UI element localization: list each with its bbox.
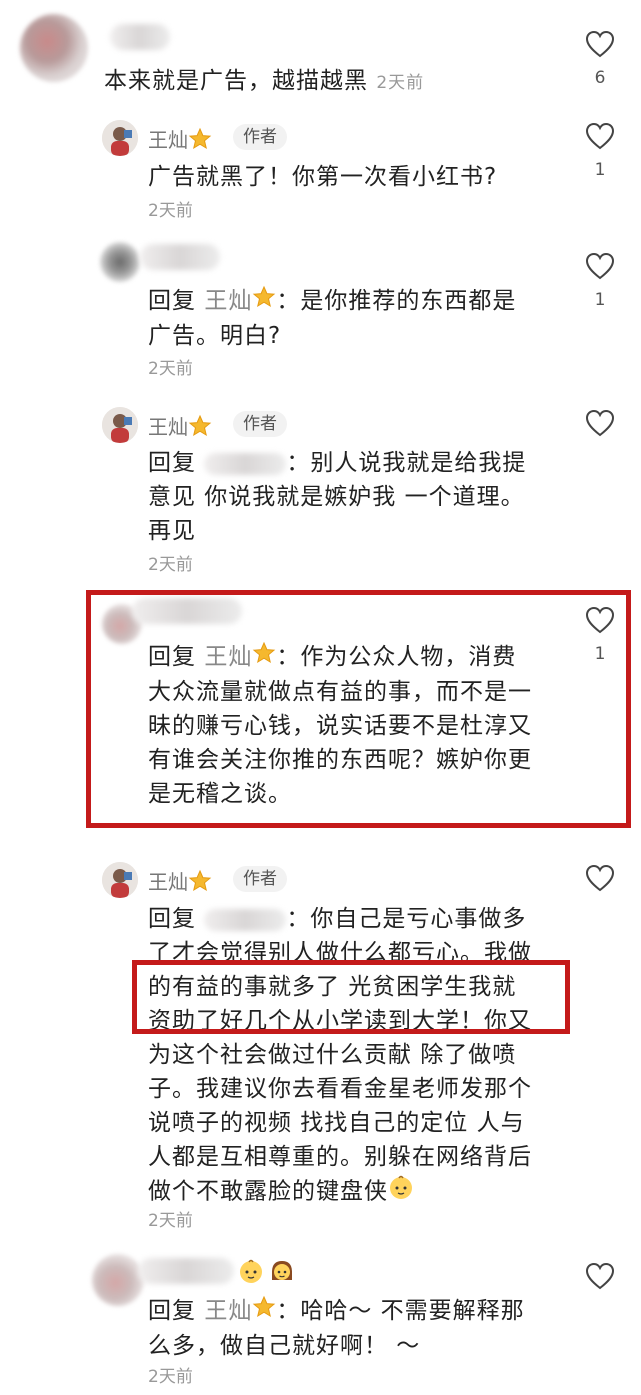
avatar-wangcan[interactable] bbox=[102, 862, 138, 898]
author-badge: 作者 bbox=[233, 866, 287, 892]
comment-text: 广告就黑了！你第一次看小红书? bbox=[148, 164, 498, 190]
star-emoji-icon bbox=[252, 1295, 276, 1329]
comment-text: 回复 王灿 ：是你推荐的东西都是 广告。明白? bbox=[148, 284, 568, 353]
like-heart-icon[interactable] bbox=[585, 864, 615, 892]
like-heart-icon[interactable] bbox=[585, 409, 615, 437]
star-emoji-icon bbox=[252, 285, 276, 319]
emoji-group bbox=[238, 1258, 295, 1288]
highlight-box bbox=[132, 960, 570, 1034]
star-emoji-icon bbox=[188, 869, 212, 898]
avatar-image bbox=[102, 407, 138, 443]
avatar-image bbox=[102, 862, 138, 898]
comment-time: 2天前 bbox=[376, 73, 425, 93]
author-name[interactable]: 王灿 bbox=[148, 411, 212, 443]
girl-emoji-icon bbox=[269, 1258, 295, 1288]
like-heart-icon[interactable] bbox=[585, 1262, 615, 1290]
avatar-wangcan[interactable] bbox=[102, 407, 138, 443]
author-badge: 作者 bbox=[233, 124, 287, 150]
author-name[interactable]: 王灿 bbox=[148, 866, 212, 898]
star-emoji-icon bbox=[188, 414, 212, 443]
author-name[interactable]: 王灿 bbox=[148, 124, 212, 156]
baby-emoji-icon bbox=[238, 1258, 264, 1288]
like-count: 6 bbox=[594, 68, 606, 88]
like-heart-icon[interactable] bbox=[585, 30, 615, 58]
avatar-wangcan[interactable] bbox=[102, 120, 138, 156]
like-heart-icon[interactable] bbox=[585, 252, 615, 280]
like-count: 1 bbox=[594, 290, 606, 310]
star-emoji-icon bbox=[188, 127, 212, 156]
like-count: 1 bbox=[594, 160, 606, 180]
comment-time: 2天前 bbox=[148, 1211, 193, 1231]
comment-text: 回复 ：你自己是亏心事做多 了才会觉得别人做什么都亏心。我做 的有益的事就多了 … bbox=[148, 902, 578, 1210]
comment-text: 回复 ：别人说我就是给我提 意见 你说我就是嫉妒我 一个道理。 再见 bbox=[148, 450, 527, 544]
comment-time: 2天前 bbox=[148, 201, 193, 221]
username-blurred[interactable] bbox=[110, 24, 170, 50]
highlight-box bbox=[86, 590, 631, 828]
comment-time: 2天前 bbox=[148, 555, 193, 575]
avatar[interactable] bbox=[100, 242, 140, 282]
avatar-image bbox=[102, 120, 138, 156]
reply-to-blurred[interactable] bbox=[204, 908, 287, 931]
username-blurred[interactable] bbox=[138, 1258, 234, 1284]
comment-time: 2天前 bbox=[148, 359, 193, 379]
username-blurred[interactable] bbox=[140, 244, 220, 270]
reply-to-name[interactable]: 王灿 bbox=[204, 285, 276, 314]
comment-time: 2天前 bbox=[148, 1367, 193, 1387]
comment-text: 回复 王灿 ：哈哈～ 不需要解释那 么多，做自己就好啊！ ～ bbox=[148, 1294, 578, 1363]
reply-to-blurred[interactable] bbox=[204, 452, 287, 475]
author-badge: 作者 bbox=[233, 411, 287, 437]
reply-to-name[interactable]: 王灿 bbox=[204, 1295, 276, 1324]
baby-emoji-icon bbox=[388, 1174, 414, 1210]
avatar[interactable] bbox=[92, 1254, 144, 1306]
avatar[interactable] bbox=[20, 14, 88, 82]
comment-text: 本来就是广告，越描越黑 2天前 bbox=[104, 68, 425, 94]
like-heart-icon[interactable] bbox=[585, 122, 615, 150]
